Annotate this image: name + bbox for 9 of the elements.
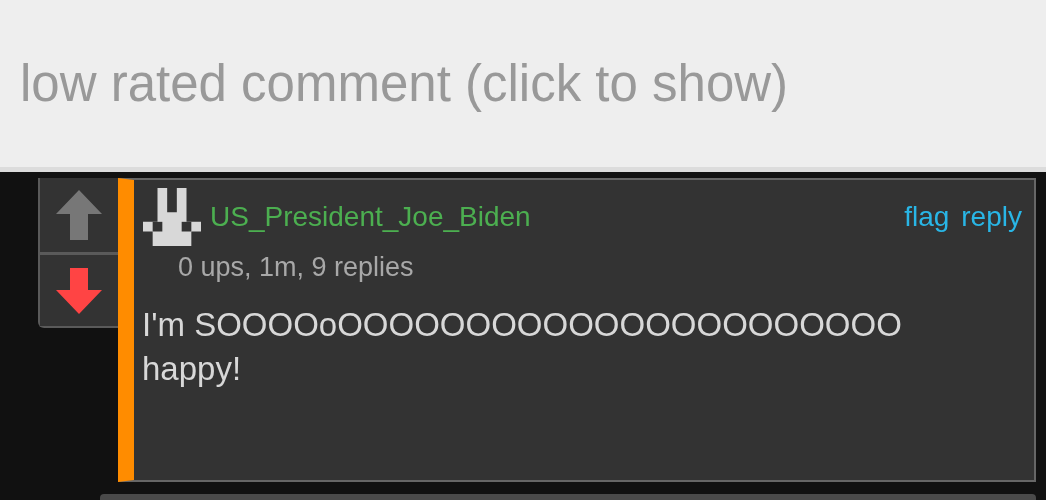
up-arrow-icon (56, 190, 102, 240)
avatar-icon (142, 188, 202, 246)
downvote-button[interactable] (40, 252, 118, 326)
comment-action-link[interactable]: reply (961, 201, 1022, 233)
comment-action-link[interactable]: flag (904, 201, 950, 233)
down-arrow-icon (56, 267, 102, 314)
comment-text: I'm SOOOOoOOOOOOOOOOOOOOOOOOOOOO happy! (142, 305, 903, 389)
username-link[interactable]: US_President_Joe_Biden (210, 201, 531, 233)
comment-meta: 0 ups, 1m, 9 replies (178, 252, 415, 283)
